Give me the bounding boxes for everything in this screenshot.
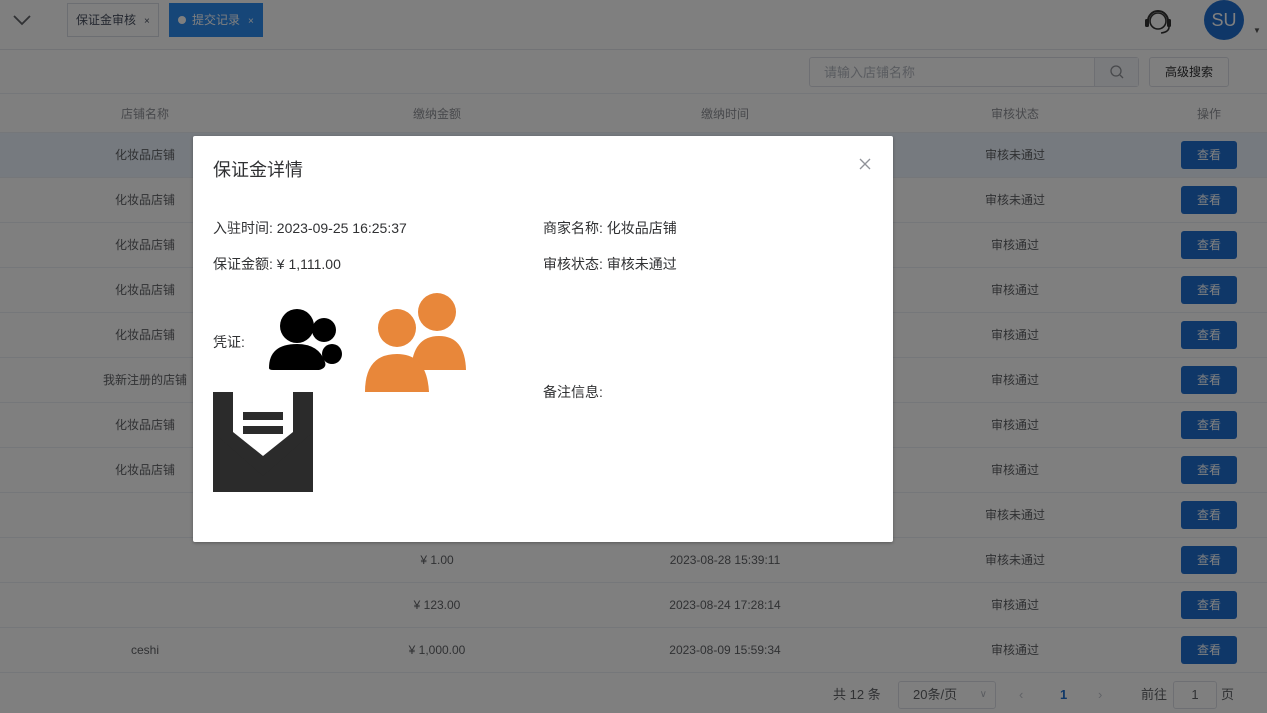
amount-label: 保证金额: [213, 256, 273, 272]
dialog-title: 保证金详情 [213, 160, 303, 180]
users-icon[interactable] [267, 308, 343, 372]
remark-label: 备注信息: [543, 384, 603, 400]
join-time-value: 2023-09-25 16:25:37 [276, 220, 407, 236]
amount-field: 保证金额: ¥ 1,111.00 [213, 254, 341, 274]
users-orange-icon[interactable] [363, 290, 467, 394]
merchant-field: 商家名称: 化妆品店铺 [543, 218, 677, 238]
deposit-detail-dialog: 保证金详情 入驻时间: 2023-09-25 16:25:37 商家名称: 化妆… [193, 136, 893, 542]
status-label: 审核状态: [543, 256, 603, 272]
voucher-label: 凭证: [213, 334, 245, 350]
status-field: 审核状态: 审核未通过 [543, 254, 677, 274]
merchant-label: 商家名称: [543, 220, 603, 236]
status-value: 审核未通过 [606, 256, 677, 272]
join-time-label: 入驻时间: [213, 220, 273, 236]
merchant-value: 化妆品店铺 [606, 220, 677, 236]
envelope-open-icon[interactable] [213, 392, 313, 492]
amount-value: ¥ 1,111.00 [276, 256, 341, 272]
join-time-field: 入驻时间: 2023-09-25 16:25:37 [213, 218, 407, 238]
close-icon[interactable] [857, 156, 873, 172]
